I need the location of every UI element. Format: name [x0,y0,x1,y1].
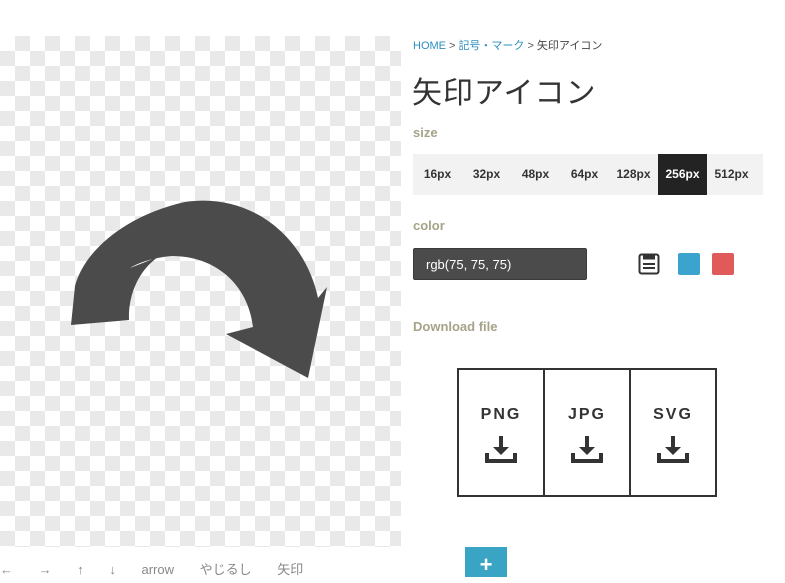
download-png-button[interactable]: PNG [459,370,545,495]
page-title: 矢印アイコン [412,76,597,111]
size-label: size [413,125,438,140]
breadcrumb: HOME > 記号・マーク > 矢印アイコン [413,37,602,53]
size-option-64px[interactable]: 64px [560,154,609,195]
tag-list: ← → ↑ ↓ arrow やじるし 矢印 [0,559,325,578]
tag-item[interactable]: arrow [142,562,175,577]
download-icon [657,436,689,463]
color-swatch-blue[interactable] [678,253,700,275]
breadcrumb-home-link[interactable]: HOME [413,40,446,52]
breadcrumb-separator: > [449,40,456,52]
size-option-32px[interactable]: 32px [462,154,511,195]
download-jpg-button[interactable]: JPG [545,370,631,495]
size-option-512px[interactable]: 512px [707,154,756,195]
tag-item[interactable]: → [39,562,52,577]
tag-item[interactable]: ↑ [77,562,84,577]
icon-preview-area [0,36,401,547]
curved-arrow-icon [71,200,327,378]
size-option-256px[interactable]: 256px [658,154,707,195]
download-format-label: PNG [480,406,522,423]
download-icon [485,436,517,463]
breadcrumb-separator: > [527,40,534,52]
color-swatch-red[interactable] [712,253,734,275]
save-color-icon[interactable] [638,253,660,275]
breadcrumb-category-link[interactable]: 記号・マーク [458,40,524,52]
tag-item[interactable]: ← [0,562,13,577]
download-icon [571,436,603,463]
tag-item[interactable]: 矢印 [277,562,303,577]
breadcrumb-current: 矢印アイコン [536,40,603,52]
add-button[interactable]: + [465,547,507,577]
tag-item[interactable]: ↓ [109,562,116,577]
color-label: color [413,218,445,233]
download-panel: PNG JPG SVG [457,368,717,497]
color-input[interactable]: rgb(75, 75, 75) [413,248,587,280]
size-option-128px[interactable]: 128px [609,154,658,195]
tag-item[interactable]: やじるし [200,562,252,577]
size-option-16px[interactable]: 16px [413,154,462,195]
size-option-48px[interactable]: 48px [511,154,560,195]
size-selector: 16px 32px 48px 64px 128px 256px 512px [413,154,763,195]
download-label: Download file [413,319,498,334]
download-svg-button[interactable]: SVG [631,370,715,495]
download-format-label: JPG [567,406,606,423]
download-format-label: SVG [653,406,693,423]
